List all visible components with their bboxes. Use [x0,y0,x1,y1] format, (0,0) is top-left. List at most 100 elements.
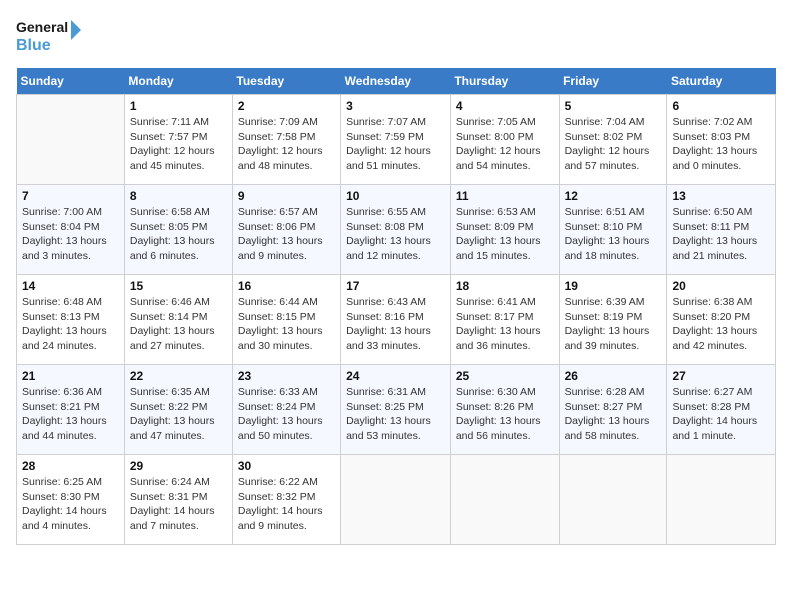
day-number: 26 [565,369,662,383]
day-number: 29 [130,459,227,473]
day-info: Sunrise: 6:46 AMSunset: 8:14 PMDaylight:… [130,295,227,354]
calendar-day-cell [450,455,559,545]
calendar-day-cell: 11 Sunrise: 6:53 AMSunset: 8:09 PMDayligh… [450,185,559,275]
day-number: 25 [456,369,554,383]
day-number: 15 [130,279,227,293]
day-info: Sunrise: 6:57 AMSunset: 8:06 PMDaylight:… [238,205,335,264]
day-number: 3 [346,99,445,113]
calendar-day-cell: 21 Sunrise: 6:36 AMSunset: 8:21 PMDayligh… [17,365,125,455]
calendar-week-row: 7 Sunrise: 7:00 AMSunset: 8:04 PMDaylight… [17,185,776,275]
day-number: 13 [672,189,770,203]
day-info: Sunrise: 7:07 AMSunset: 7:59 PMDaylight:… [346,115,445,174]
calendar-day-cell: 25 Sunrise: 6:30 AMSunset: 8:26 PMDayligh… [450,365,559,455]
calendar-day-cell [17,95,125,185]
calendar-day-cell: 8 Sunrise: 6:58 AMSunset: 8:05 PMDaylight… [124,185,232,275]
calendar-day-cell: 27 Sunrise: 6:27 AMSunset: 8:28 PMDayligh… [667,365,776,455]
day-info: Sunrise: 6:44 AMSunset: 8:15 PMDaylight:… [238,295,335,354]
day-number: 18 [456,279,554,293]
day-number: 16 [238,279,335,293]
calendar-day-cell: 26 Sunrise: 6:28 AMSunset: 8:27 PMDayligh… [559,365,667,455]
day-info: Sunrise: 6:39 AMSunset: 8:19 PMDaylight:… [565,295,662,354]
calendar-day-cell [559,455,667,545]
calendar-day-cell: 29Sunrise: 6:24 AMSunset: 8:31 PMDayligh… [124,455,232,545]
day-info: Sunrise: 6:36 AMSunset: 8:21 PMDaylight:… [22,385,119,444]
calendar-day-cell: 23 Sunrise: 6:33 AMSunset: 8:24 PMDayligh… [232,365,340,455]
day-info: Sunrise: 6:22 AMSunset: 8:32 PMDaylight:… [238,475,335,534]
day-number: 8 [130,189,227,203]
day-number: 4 [456,99,554,113]
calendar-day-cell: 2 Sunrise: 7:09 AMSunset: 7:58 PMDaylight… [232,95,340,185]
day-number: 7 [22,189,119,203]
calendar-day-cell: 22 Sunrise: 6:35 AMSunset: 8:22 PMDayligh… [124,365,232,455]
day-info: Sunrise: 6:58 AMSunset: 8:05 PMDaylight:… [130,205,227,264]
calendar-day-cell: 30 Sunrise: 6:22 AMSunset: 8:32 PMDayligh… [232,455,340,545]
calendar-week-row: 14Sunrise: 6:48 AMSunset: 8:13 PMDayligh… [17,275,776,365]
day-info: Sunrise: 6:43 AMSunset: 8:16 PMDaylight:… [346,295,445,354]
page-header: GeneralBlue [16,16,776,56]
day-number: 17 [346,279,445,293]
day-info: Sunrise: 6:28 AMSunset: 8:27 PMDaylight:… [565,385,662,444]
day-number: 20 [672,279,770,293]
calendar-day-cell [341,455,451,545]
day-info: Sunrise: 6:27 AMSunset: 8:28 PMDaylight:… [672,385,770,444]
day-info: Sunrise: 7:02 AMSunset: 8:03 PMDaylight:… [672,115,770,174]
day-info: Sunrise: 6:48 AMSunset: 8:13 PMDaylight:… [22,295,119,354]
day-number: 11 [456,189,554,203]
weekday-header-saturday: Saturday [667,68,776,95]
day-number: 23 [238,369,335,383]
day-number: 24 [346,369,445,383]
day-number: 6 [672,99,770,113]
calendar-day-cell: 12 Sunrise: 6:51 AMSunset: 8:10 PMDayligh… [559,185,667,275]
day-number: 30 [238,459,335,473]
weekday-header-friday: Friday [559,68,667,95]
calendar-day-cell: 1Sunrise: 7:11 AMSunset: 7:57 PMDaylight… [124,95,232,185]
day-number: 21 [22,369,119,383]
day-info: Sunrise: 6:25 AMSunset: 8:30 PMDaylight:… [22,475,119,534]
calendar-day-cell: 4 Sunrise: 7:05 AMSunset: 8:00 PMDaylight… [450,95,559,185]
day-info: Sunrise: 6:35 AMSunset: 8:22 PMDaylight:… [130,385,227,444]
day-number: 12 [565,189,662,203]
day-number: 5 [565,99,662,113]
day-info: Sunrise: 7:05 AMSunset: 8:00 PMDaylight:… [456,115,554,174]
day-info: Sunrise: 7:09 AMSunset: 7:58 PMDaylight:… [238,115,335,174]
calendar-day-cell: 5 Sunrise: 7:04 AMSunset: 8:02 PMDaylight… [559,95,667,185]
calendar-day-cell: 3 Sunrise: 7:07 AMSunset: 7:59 PMDaylight… [341,95,451,185]
day-number: 27 [672,369,770,383]
calendar-day-cell: 9Sunrise: 6:57 AMSunset: 8:06 PMDaylight… [232,185,340,275]
day-number: 2 [238,99,335,113]
svg-text:Blue: Blue [16,37,51,54]
calendar-day-cell: 10 Sunrise: 6:55 AMSunset: 8:08 PMDayligh… [341,185,451,275]
weekday-header-tuesday: Tuesday [232,68,340,95]
calendar-day-cell: 24Sunrise: 6:31 AMSunset: 8:25 PMDayligh… [341,365,451,455]
day-info: Sunrise: 6:30 AMSunset: 8:26 PMDaylight:… [456,385,554,444]
day-info: Sunrise: 6:55 AMSunset: 8:08 PMDaylight:… [346,205,445,264]
day-info: Sunrise: 6:53 AMSunset: 8:09 PMDaylight:… [456,205,554,264]
calendar-week-row: 21 Sunrise: 6:36 AMSunset: 8:21 PMDayligh… [17,365,776,455]
calendar-week-row: 28 Sunrise: 6:25 AMSunset: 8:30 PMDayligh… [17,455,776,545]
calendar-day-cell [667,455,776,545]
calendar-day-cell: 17 Sunrise: 6:43 AMSunset: 8:16 PMDayligh… [341,275,451,365]
day-number: 22 [130,369,227,383]
day-number: 28 [22,459,119,473]
calendar-day-cell: 6 Sunrise: 7:02 AMSunset: 8:03 PMDaylight… [667,95,776,185]
weekday-header-monday: Monday [124,68,232,95]
calendar-day-cell: 20 Sunrise: 6:38 AMSunset: 8:20 PMDayligh… [667,275,776,365]
day-info: Sunrise: 6:51 AMSunset: 8:10 PMDaylight:… [565,205,662,264]
calendar-day-cell: 7 Sunrise: 7:00 AMSunset: 8:04 PMDaylight… [17,185,125,275]
calendar-week-row: 1Sunrise: 7:11 AMSunset: 7:57 PMDaylight… [17,95,776,185]
calendar-day-cell: 15 Sunrise: 6:46 AMSunset: 8:14 PMDayligh… [124,275,232,365]
day-info: Sunrise: 6:33 AMSunset: 8:24 PMDaylight:… [238,385,335,444]
day-info: Sunrise: 7:00 AMSunset: 8:04 PMDaylight:… [22,205,119,264]
day-info: Sunrise: 6:38 AMSunset: 8:20 PMDaylight:… [672,295,770,354]
day-number: 19 [565,279,662,293]
logo-svg: GeneralBlue [16,16,86,56]
day-info: Sunrise: 6:41 AMSunset: 8:17 PMDaylight:… [456,295,554,354]
weekday-header-thursday: Thursday [450,68,559,95]
logo: GeneralBlue [16,16,86,56]
day-info: Sunrise: 7:04 AMSunset: 8:02 PMDaylight:… [565,115,662,174]
day-number: 10 [346,189,445,203]
calendar-day-cell: 16 Sunrise: 6:44 AMSunset: 8:15 PMDayligh… [232,275,340,365]
calendar-day-cell: 18 Sunrise: 6:41 AMSunset: 8:17 PMDayligh… [450,275,559,365]
day-number: 1 [130,99,227,113]
calendar-day-cell: 28 Sunrise: 6:25 AMSunset: 8:30 PMDayligh… [17,455,125,545]
